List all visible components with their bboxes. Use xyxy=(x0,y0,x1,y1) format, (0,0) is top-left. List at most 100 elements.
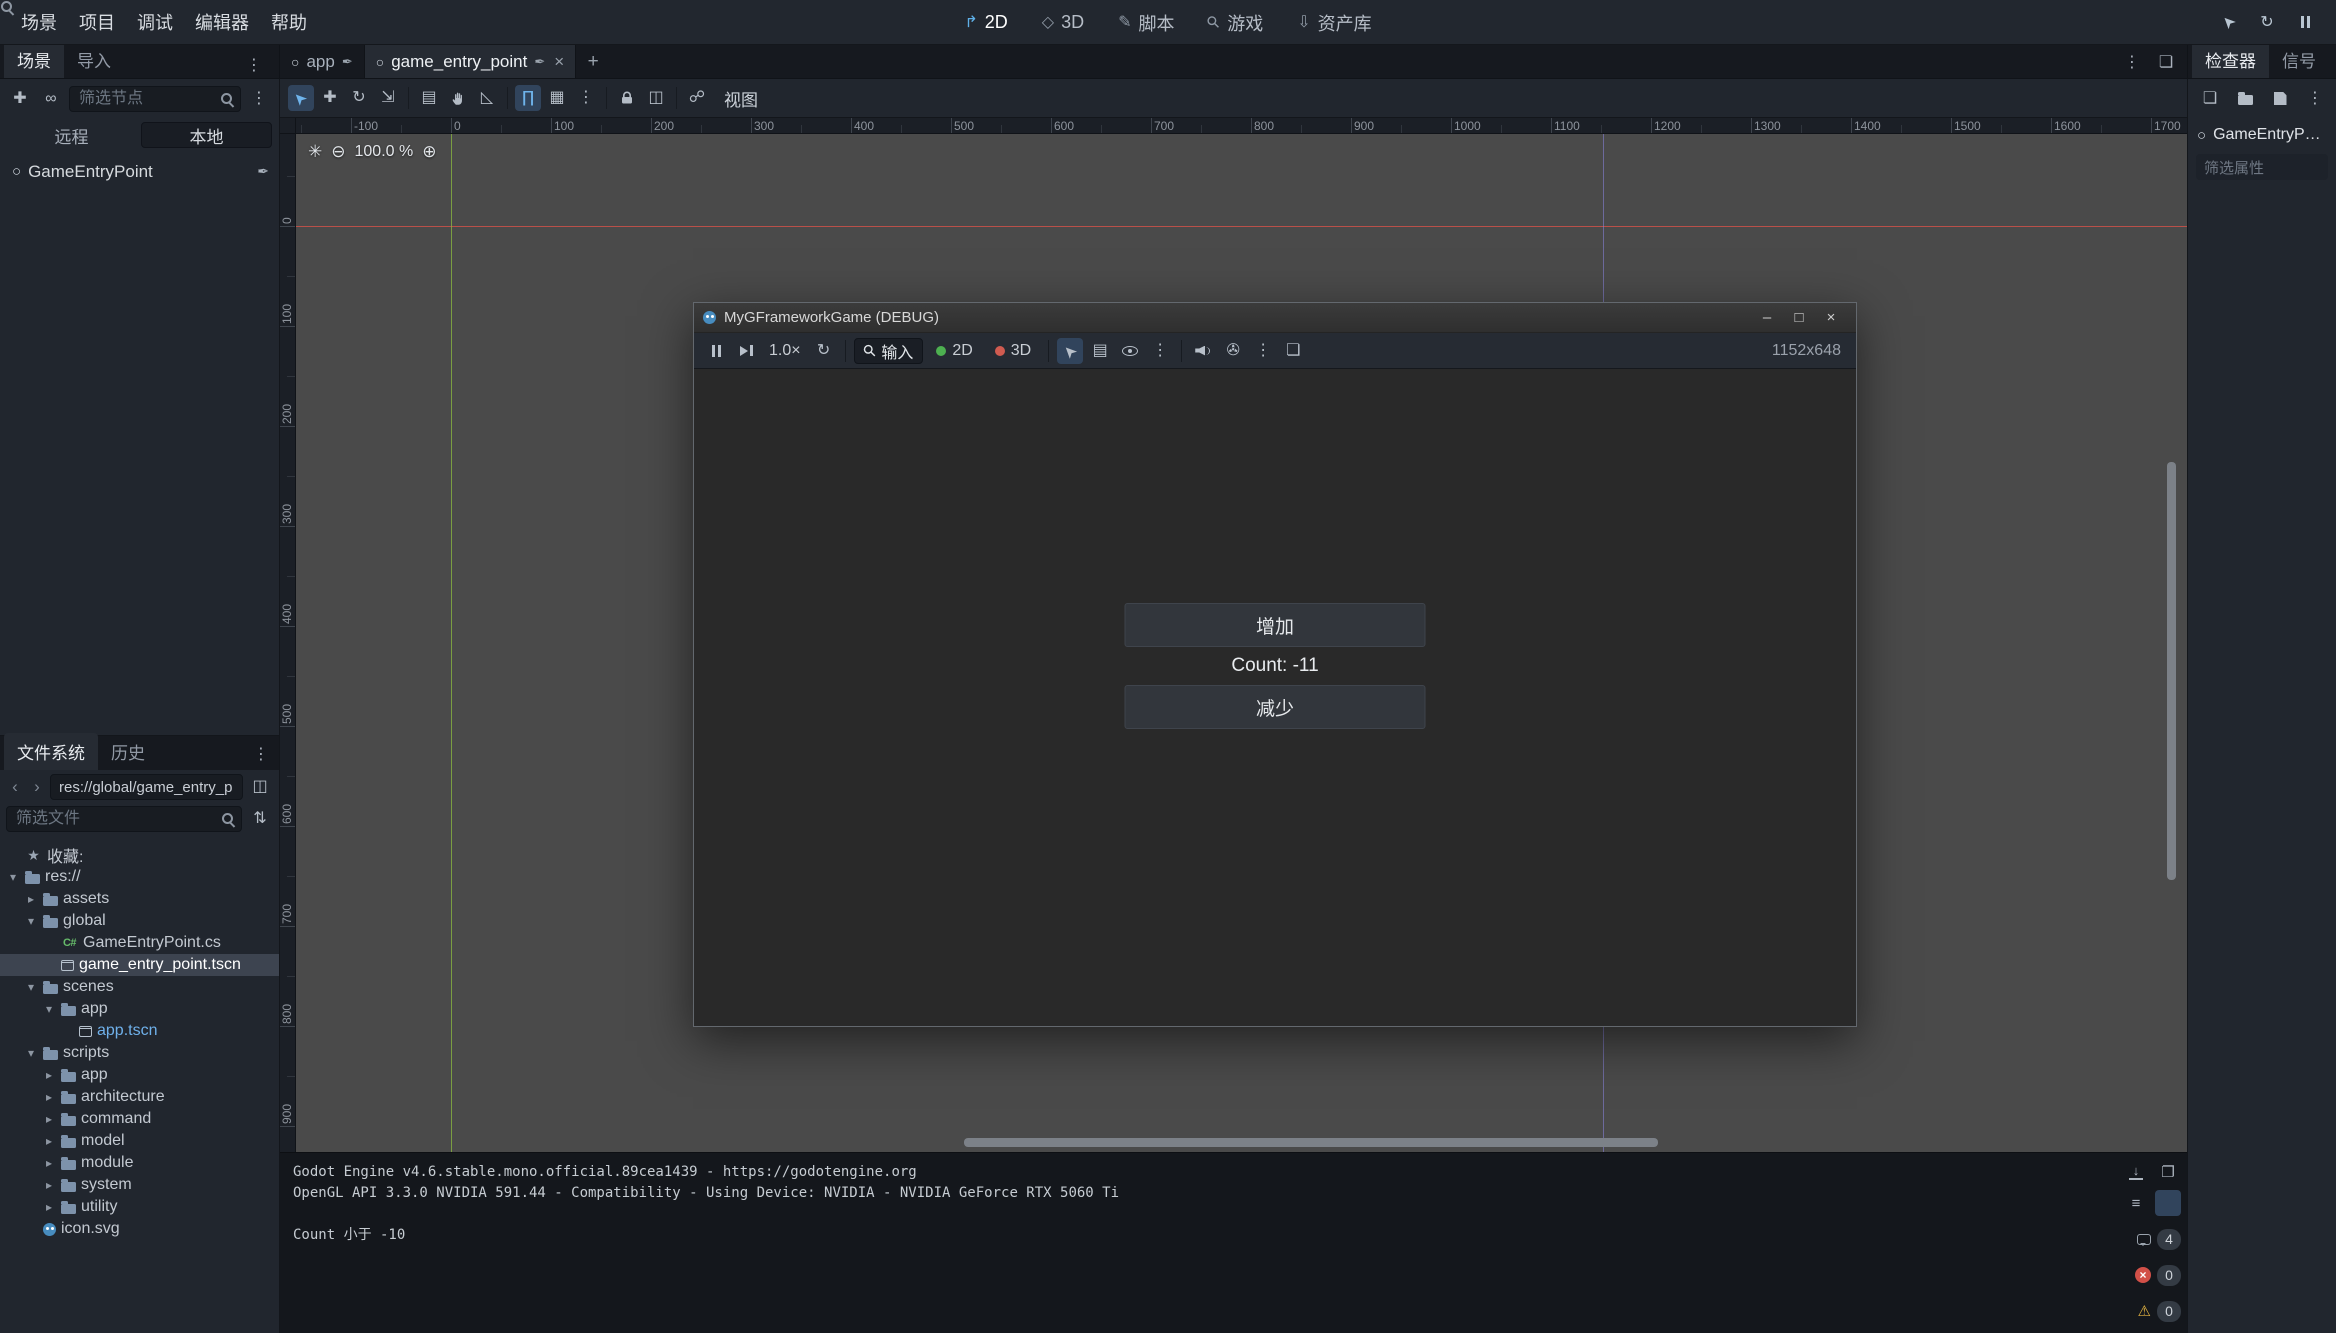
filter-files-input[interactable] xyxy=(6,806,242,832)
tab-import-dock[interactable]: 导入 xyxy=(64,41,124,78)
copy-log-button[interactable]: ❐ xyxy=(2155,1159,2181,1185)
tree-closed-arrow-icon[interactable]: ▸ xyxy=(42,1200,56,1214)
tree-open-arrow-icon[interactable]: ▾ xyxy=(24,980,38,994)
tree-closed-arrow-icon[interactable]: ▸ xyxy=(42,1068,56,1082)
viewport-canvas[interactable]: -100010020030040050060070080090010001100… xyxy=(280,118,2187,1152)
file-row-scenes[interactable]: ▾scenes xyxy=(0,976,279,998)
file-row-res---[interactable]: ▾res:// xyxy=(0,866,279,888)
local-tab-button[interactable]: 本地 xyxy=(141,122,272,148)
workspace-2d-button[interactable]: ↱ 2D xyxy=(952,7,1019,38)
filter-properties-input[interactable]: 筛选属性 xyxy=(2196,154,2328,180)
pick-node-button[interactable]: ➤ xyxy=(2216,9,2242,35)
menu-project[interactable]: 项目 xyxy=(68,4,126,40)
list-select-button[interactable]: ▤ xyxy=(416,85,442,111)
vertical-scrollbar[interactable] xyxy=(2167,462,2176,880)
file-row-game-entry-point.tscn[interactable]: game_entry_point.tscn xyxy=(0,954,279,976)
scene-tree-root-row[interactable]: ○ GameEntryPoint ✒ xyxy=(0,158,279,185)
filesystem-menu-button[interactable]: ⋮ xyxy=(253,744,275,770)
restart-button[interactable]: ↻ xyxy=(811,338,837,364)
mute-audio-button[interactable] xyxy=(1190,338,1216,364)
file-row-model[interactable]: ▸model xyxy=(0,1130,279,1152)
new-resource-button[interactable]: ❏ xyxy=(2197,86,2223,112)
file-row----[interactable]: ★收藏: xyxy=(0,844,279,866)
menu-scene[interactable]: 场景 xyxy=(10,4,68,40)
menu-editor[interactable]: 编辑器 xyxy=(184,4,260,40)
selection-options-button[interactable]: ⋮ xyxy=(1147,338,1173,364)
attached-script-icon[interactable]: ✒ xyxy=(257,163,269,180)
error-count-badge[interactable]: × 0 xyxy=(2135,1262,2181,1288)
game-window-titlebar[interactable]: MyGFrameworkGame (DEBUG) – □ × xyxy=(694,303,1856,333)
scene-tab-app[interactable]: ○ app ✒ xyxy=(280,45,365,78)
workspace-game-button[interactable]: ⚲ 游戏 xyxy=(1197,5,1276,41)
horizontal-ruler[interactable]: -100010020030040050060070080090010001100… xyxy=(296,118,2187,134)
inspected-node-row[interactable]: ○ GameEntryPoint xyxy=(2188,118,2336,152)
split-dock-button[interactable]: ◫ xyxy=(247,774,273,800)
grid-snap-button[interactable]: ▦ xyxy=(544,85,570,111)
tree-open-arrow-icon[interactable]: ▾ xyxy=(24,914,38,928)
file-row-assets[interactable]: ▸assets xyxy=(0,888,279,910)
tree-closed-arrow-icon[interactable]: ▸ xyxy=(42,1178,56,1192)
game-speed-label[interactable]: 1.0× xyxy=(763,342,807,360)
pick-2d-button[interactable]: 2D xyxy=(927,338,981,364)
lock-node-button[interactable] xyxy=(614,85,640,111)
file-row-global[interactable]: ▾global xyxy=(0,910,279,932)
new-scene-tab-button[interactable]: + xyxy=(576,45,610,78)
menu-debug[interactable]: 调试 xyxy=(126,4,184,40)
ruler-tool-button[interactable]: ◺ xyxy=(474,85,500,111)
save-resource-button[interactable] xyxy=(2267,86,2293,112)
move-tool-button[interactable]: ✚ xyxy=(317,85,343,111)
suspend-button[interactable] xyxy=(703,338,729,364)
file-row-app[interactable]: ▾app xyxy=(0,998,279,1020)
current-path-input[interactable] xyxy=(50,774,243,800)
tree-closed-arrow-icon[interactable]: ▸ xyxy=(24,892,38,906)
close-tab-icon[interactable]: × xyxy=(554,52,564,72)
group-node-button[interactable]: ◫ xyxy=(643,85,669,111)
remote-tab-button[interactable]: 远程 xyxy=(7,122,136,148)
rotate-tool-button[interactable]: ↻ xyxy=(346,85,372,111)
camera-options-button[interactable]: ⋮ xyxy=(1250,338,1276,364)
workspace-assetlib-button[interactable]: ⇩ 资产库 xyxy=(1285,5,1383,41)
workspace-3d-button[interactable]: 3D ◇ 3D xyxy=(1030,7,1096,38)
maximize-button[interactable]: □ xyxy=(1783,303,1815,333)
add-node-button[interactable]: ✚ xyxy=(7,86,33,112)
expand-viewport-button[interactable]: ❏ xyxy=(2153,49,2179,75)
vertical-ruler[interactable]: 0100200300400500600700800900 xyxy=(280,134,296,1152)
file-row-scripts[interactable]: ▾scripts xyxy=(0,1042,279,1064)
script-icon[interactable]: ✒ xyxy=(342,54,353,70)
snap-options-button[interactable]: ⋮ xyxy=(573,85,599,111)
output-log[interactable]: Godot Engine v4.6.stable.mono.official.8… xyxy=(280,1153,2115,1333)
smart-snap-button[interactable]: ∐ xyxy=(515,85,541,111)
increase-button[interactable]: 增加 xyxy=(1125,603,1426,647)
zoom-reset-icon[interactable]: ✳ xyxy=(308,142,322,162)
pan-tool-button[interactable] xyxy=(445,85,471,111)
warning-count-badge[interactable]: ⚠ 0 xyxy=(2138,1298,2181,1324)
tab-history[interactable]: 历史 xyxy=(98,733,158,770)
menu-help[interactable]: 帮助 xyxy=(260,4,318,40)
tree-open-arrow-icon[interactable]: ▾ xyxy=(24,1046,38,1060)
close-window-button[interactable]: × xyxy=(1815,303,1847,333)
horizontal-scrollbar[interactable] xyxy=(964,1138,1658,1147)
file-row-command[interactable]: ▸command xyxy=(0,1108,279,1130)
tab-inspector[interactable]: 检查器 xyxy=(2192,41,2269,78)
file-row-system[interactable]: ▸system xyxy=(0,1174,279,1196)
nav-back-button[interactable]: ‹ xyxy=(6,774,24,800)
decrease-button[interactable]: 减少 xyxy=(1125,685,1426,729)
file-row-architecture[interactable]: ▸architecture xyxy=(0,1086,279,1108)
file-row-module[interactable]: ▸module xyxy=(0,1152,279,1174)
scene-tabs-menu-button[interactable]: ⋮ xyxy=(2119,49,2145,75)
tab-signals[interactable]: 信号 xyxy=(2269,41,2329,78)
toggle-visibility-button[interactable] xyxy=(1117,338,1143,364)
embed-fullscreen-button[interactable]: ❏ xyxy=(1280,338,1306,364)
skeleton-options-button[interactable]: ☍ xyxy=(684,85,710,111)
filter-nodes-input[interactable] xyxy=(69,86,241,112)
select-tool-button[interactable]: ➤ xyxy=(288,85,314,111)
zoom-out-button[interactable]: ⊖ xyxy=(331,142,345,162)
nav-forward-button[interactable]: › xyxy=(28,774,46,800)
camera-override-button[interactable]: ✇ xyxy=(1220,338,1246,364)
file-row-icon.svg[interactable]: icon.svg xyxy=(0,1218,279,1240)
search-log-button[interactable] xyxy=(2155,1190,2181,1216)
tree-closed-arrow-icon[interactable]: ▸ xyxy=(42,1112,56,1126)
zoom-level-label[interactable]: 100.0 % xyxy=(355,143,414,161)
selection-list-button[interactable]: ▤ xyxy=(1087,338,1113,364)
scene-tab-game-entry-point[interactable]: ○ game_entry_point ✒ × xyxy=(365,45,576,78)
